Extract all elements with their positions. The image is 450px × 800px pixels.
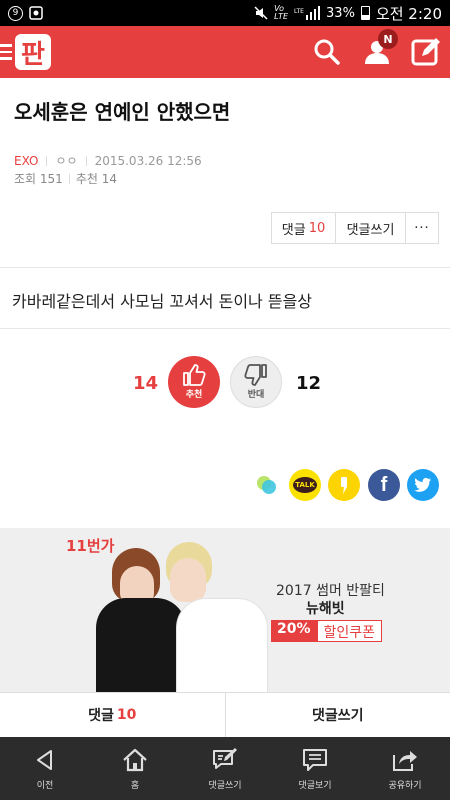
kakaostory-icon	[341, 477, 347, 494]
mute-icon	[254, 6, 268, 20]
author-name[interactable]: ㅇㅇ	[55, 152, 77, 169]
ad-model-tshirt	[176, 598, 268, 692]
view-count: 조회 151	[14, 172, 63, 186]
nav-share[interactable]: 공유하기	[360, 737, 450, 800]
nav-home[interactable]: 홈	[90, 737, 180, 800]
nav-back[interactable]: 이전	[0, 737, 90, 800]
write-icon[interactable]	[410, 36, 442, 68]
share-icon	[393, 750, 417, 771]
kakaotalk-icon: TALK	[293, 477, 317, 493]
share-line-button[interactable]	[250, 469, 282, 501]
share-kakaostory-button[interactable]	[328, 469, 360, 501]
coupon-text: 할인쿠폰	[316, 620, 383, 642]
app-logo[interactable]: 판	[0, 33, 51, 71]
coupon-percent: 20%	[271, 620, 317, 642]
upvote-button[interactable]: 추천	[168, 356, 220, 408]
downvote-count: 12	[296, 373, 322, 394]
notification-badge: N	[378, 29, 398, 49]
nav-label: 공유하기	[388, 780, 422, 791]
write-comment-button[interactable]: 댓글쓰기	[336, 213, 406, 243]
share-kakaotalk-button[interactable]: TALK	[289, 469, 321, 501]
chat-icon	[303, 748, 327, 771]
clock: 오전 2:20	[375, 4, 442, 23]
downvote-label: 반대	[247, 390, 265, 400]
menu-icon[interactable]	[0, 44, 12, 60]
nav-view-comments[interactable]: 댓글보기	[270, 737, 360, 800]
svg-text:LTE: LTE	[294, 8, 304, 15]
nav-write-comment[interactable]: 댓글쓰기	[180, 737, 270, 800]
logo-mark: 판	[15, 34, 51, 70]
thumbs-up-icon	[183, 364, 206, 386]
app-header: 판 N	[0, 26, 450, 78]
article-meta: EXO ㅇㅇ 2015.03.26 12:56	[14, 152, 202, 169]
article-stats: 조회 151 추천 14	[14, 170, 117, 187]
sync-icon	[29, 6, 43, 20]
downvote-button[interactable]: 반대	[230, 356, 282, 408]
view-comments-button[interactable]: 댓글 10	[0, 693, 226, 737]
comment-count: 10	[308, 220, 326, 236]
upvote-count: 14	[133, 373, 159, 394]
comment-label: 댓글	[88, 708, 114, 724]
more-button[interactable]: ···	[406, 213, 438, 243]
nav-label: 이전	[36, 780, 54, 791]
nav-label: 댓글보기	[298, 780, 332, 791]
recommend-count: 추천 14	[75, 172, 117, 186]
divider	[0, 328, 450, 329]
volte-indicator: Vo LTE	[274, 4, 289, 21]
battery-percent: 33%	[326, 5, 355, 21]
comment-label: 댓글	[281, 222, 306, 238]
status-bar: 9 Vo LTE LTE 33% 오전 2:20	[0, 0, 450, 26]
article-body: 카바레같은데서 사모님 꼬셔서 돈이나 뜯을상	[12, 292, 313, 311]
ad-model-face	[170, 558, 206, 602]
ad-headline: 2017 썸머 반팔티	[276, 583, 385, 599]
write-comment-button[interactable]: 댓글쓰기	[226, 693, 450, 737]
lte-signal-icon: LTE	[294, 6, 321, 20]
ad-subheadline: 뉴해빗	[306, 601, 345, 617]
comment-bar: 댓글 10 댓글쓰기	[0, 692, 450, 737]
thumbs-down-icon	[244, 364, 267, 386]
battery-icon	[360, 6, 370, 20]
bottom-nav: 이전 홈 댓글쓰기 댓글보기 공유하기	[0, 737, 450, 800]
twitter-icon	[414, 477, 431, 492]
divider	[0, 267, 450, 268]
ad-banner[interactable]: 11번가 2017 썸머 반팔티 뉴해빗 20% 할인쿠폰	[0, 528, 450, 692]
compose-icon	[213, 747, 237, 769]
ad-model-tshirt	[96, 598, 186, 692]
ad-brand-logo: 11번가	[66, 537, 115, 555]
facebook-icon: f	[380, 473, 388, 496]
share-facebook-button[interactable]: f	[368, 469, 400, 501]
nav-label: 홈	[130, 780, 140, 791]
line-icon	[257, 476, 276, 494]
ad-coupon: 20% 할인쿠폰	[271, 620, 383, 642]
article-actions: 댓글 10 댓글쓰기 ···	[271, 212, 439, 244]
notification-number-icon: 9	[8, 5, 23, 21]
search-icon[interactable]	[311, 36, 343, 68]
category-link[interactable]: EXO	[14, 154, 38, 168]
upvote-label: 추천	[185, 390, 203, 400]
back-icon	[37, 749, 52, 770]
share-twitter-button[interactable]	[407, 469, 439, 501]
comment-count-button[interactable]: 댓글 10	[272, 213, 336, 243]
comment-count: 10	[116, 707, 137, 723]
home-icon	[123, 748, 147, 771]
article-title: 오세훈은 연예인 안했으면	[14, 100, 231, 124]
post-date: 2015.03.26 12:56	[94, 153, 202, 168]
nav-label: 댓글쓰기	[208, 780, 242, 791]
